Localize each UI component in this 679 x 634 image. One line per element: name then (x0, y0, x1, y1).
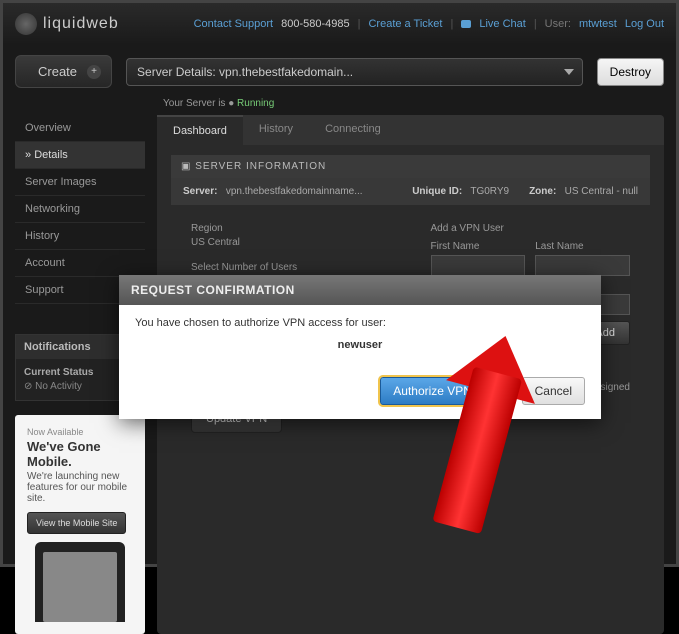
modal-overlay: REQUEST CONFIRMATION You have chosen to … (3, 3, 676, 564)
confirmation-modal: REQUEST CONFIRMATION You have chosen to … (119, 275, 601, 419)
modal-title: REQUEST CONFIRMATION (119, 275, 601, 305)
cancel-button[interactable]: Cancel (522, 377, 585, 405)
modal-username: newuser (135, 339, 585, 351)
modal-message: You have chosen to authorize VPN access … (135, 317, 585, 329)
authorize-vpn-user-button[interactable]: Authorize VPN User (380, 377, 513, 405)
